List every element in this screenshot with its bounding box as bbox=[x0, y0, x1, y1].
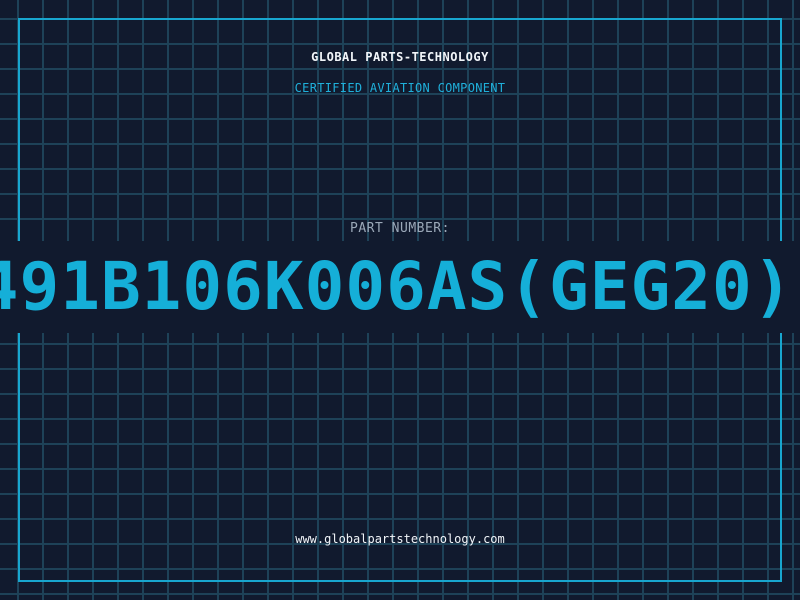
company-name: GLOBAL PARTS-TECHNOLOGY bbox=[311, 50, 489, 64]
part-number-value: T491B106K006AS(GEG20) bbox=[0, 248, 794, 325]
part-card: GLOBAL PARTS-TECHNOLOGY CERTIFIED AVIATI… bbox=[0, 0, 800, 600]
certification-tagline: CERTIFIED AVIATION COMPONENT bbox=[294, 81, 506, 95]
part-number-label: PART NUMBER: bbox=[350, 221, 450, 236]
website-url[interactable]: www.globalpartstechnology.com bbox=[0, 532, 800, 546]
